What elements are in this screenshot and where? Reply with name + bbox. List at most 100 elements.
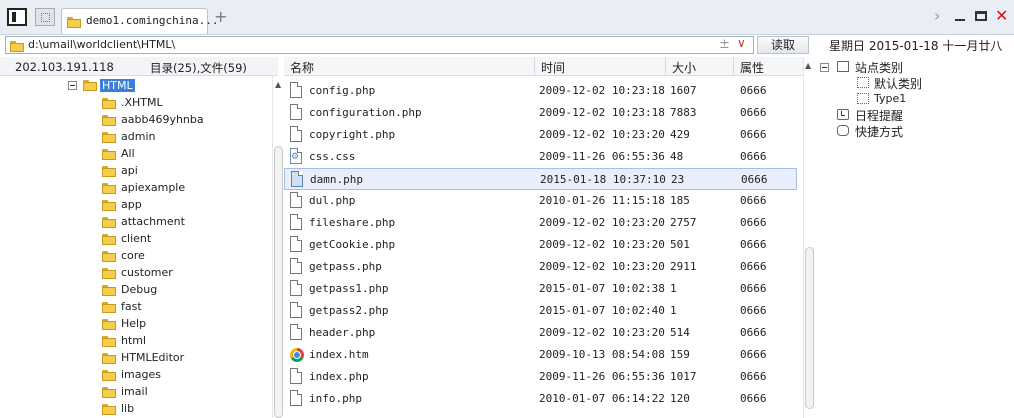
tree-item[interactable]: Help (0, 316, 270, 333)
tree-item-label: .XHTML (121, 96, 163, 109)
file-row[interactable]: config.php 2009-12-02 10:23:18 1607 0666 (284, 80, 797, 102)
tree-item[interactable]: core (0, 248, 270, 265)
scroll-up-icon[interactable]: ▲ (275, 80, 281, 89)
file-row[interactable]: getpass1.php 2015-01-07 10:02:38 1 0666 (284, 278, 797, 300)
close-icon[interactable]: ✕ (995, 8, 1008, 24)
tab-title: demo1.comingchina... (86, 14, 219, 27)
tree-item[interactable]: fast (0, 299, 270, 316)
file-row[interactable]: fileshare.php 2009-12-02 10:23:20 2757 0666 (284, 212, 797, 234)
file-time: 2009-12-02 10:23:20 (539, 326, 665, 339)
column-divider (534, 57, 535, 75)
file-size: 1 (670, 304, 677, 317)
read-button[interactable]: 读取 (757, 36, 809, 54)
file-row[interactable]: getCookie.php 2009-12-02 10:23:20 501 0666 (284, 234, 797, 256)
file-list-scrollbar[interactable]: ▲ (803, 57, 815, 418)
tab-bar: demo1.comingchina... + › ✕ (0, 0, 1014, 35)
file-row[interactable]: info.php 2010-01-07 06:14:22 120 0666 (284, 388, 797, 410)
scrollbar-thumb[interactable] (274, 146, 283, 418)
file-attr: 0666 (740, 282, 767, 295)
tree-item[interactable]: attachment (0, 214, 270, 231)
file-row[interactable]: getpass2.php 2015-01-07 10:02:40 1 0666 (284, 300, 797, 322)
file-row[interactable]: damn.php 2015-01-18 10:37:10 23 0666 (284, 168, 797, 190)
tree-item-label: All (121, 147, 135, 160)
chrome-icon (290, 348, 304, 362)
folder-icon (102, 285, 116, 296)
tree-item[interactable]: admin (0, 129, 270, 146)
file-name: getpass2.php (309, 304, 389, 317)
tree-item[interactable]: apiexample (0, 180, 270, 197)
tree-item-label: HTMLEditor (121, 351, 185, 364)
file-size: 2757 (670, 216, 697, 229)
php-file-icon (290, 192, 302, 208)
scroll-up-icon[interactable]: ▲ (805, 61, 811, 70)
new-window-icon[interactable] (35, 8, 55, 26)
minimize-icon[interactable] (955, 19, 965, 21)
tree-item[interactable]: api (0, 163, 270, 180)
chevron-right-icon[interactable]: › (934, 8, 940, 24)
file-size: 7883 (670, 106, 697, 119)
panel-toggle-icon[interactable] (7, 8, 27, 26)
column-attr[interactable]: 属性 (740, 59, 764, 76)
tree-item[interactable]: images (0, 367, 270, 384)
folder-icon (102, 183, 116, 194)
file-row[interactable]: css.css 2009-11-26 06:55:36 48 0666 (284, 146, 797, 168)
file-row[interactable]: index.php 2009-11-26 06:55:36 1017 0666 (284, 366, 797, 388)
collapse-icon[interactable] (820, 63, 829, 72)
add-tab-icon[interactable]: + (214, 9, 227, 25)
tree-item[interactable]: lib (0, 401, 270, 418)
tree-item-label: core (121, 249, 145, 262)
file-row[interactable]: configuration.php 2009-12-02 10:23:18 7883… (284, 102, 797, 124)
tree-item[interactable]: .XHTML (0, 95, 270, 112)
favorite-icon[interactable]: ± (719, 37, 730, 52)
address-path[interactable]: d:\umail\worldclient\HTML\ (28, 38, 175, 51)
tree-item-label: api (121, 164, 138, 177)
category-icon (857, 77, 869, 88)
file-time: 2009-12-02 10:23:20 (539, 128, 665, 141)
folder-icon (102, 132, 116, 143)
file-size: 501 (670, 238, 690, 251)
type1-label: Type1 (874, 92, 907, 105)
file-row[interactable]: getpass.php 2009-12-02 10:23:20 2911 0666 (284, 256, 797, 278)
tree-item-label: images (121, 368, 161, 381)
right-panel: 站点类别 默认类别 Type1 日程提醒 快捷方式 (815, 57, 1014, 418)
tree-item[interactable]: html (0, 333, 270, 350)
dir-file-count: 目录(25),文件(59) (150, 61, 247, 75)
tree-item[interactable]: aabb469yhnba (0, 112, 270, 129)
file-row[interactable]: dul.php 2010-01-26 11:15:18 185 0666 (284, 190, 797, 212)
column-name[interactable]: 名称 (290, 59, 314, 76)
file-row[interactable]: copyright.php 2009-12-02 10:23:20 429 0666 (284, 124, 797, 146)
folder-icon (102, 353, 116, 364)
tab-demo1[interactable]: demo1.comingchina... (61, 8, 218, 34)
file-name: css.css (309, 150, 356, 163)
tree-item[interactable]: HTMLEditor (0, 350, 270, 367)
tree-item[interactable]: app (0, 197, 270, 214)
tree-item[interactable]: customer (0, 265, 270, 282)
tree-item-html[interactable]: HTML (0, 78, 272, 95)
tree-item[interactable]: client (0, 231, 270, 248)
file-row[interactable]: index.htm 2009-10-13 08:54:08 159 0666 (284, 344, 797, 366)
scrollbar-thumb[interactable] (805, 247, 814, 409)
file-attr: 0666 (740, 326, 767, 339)
folder-icon (67, 17, 81, 28)
file-attr: 0666 (740, 260, 767, 273)
tree-item[interactable]: Debug (0, 282, 270, 299)
dropdown-icon[interactable]: ∨ (737, 36, 746, 50)
file-name: configuration.php (309, 106, 422, 119)
column-time[interactable]: 时间 (541, 59, 565, 76)
file-name: copyright.php (309, 128, 396, 141)
tree-item-label: attachment (121, 215, 185, 228)
file-time: 2010-01-26 11:15:18 (539, 194, 665, 207)
php-file-icon (290, 390, 302, 406)
folder-icon (102, 166, 116, 177)
tree-item-label: imail (121, 385, 148, 398)
folder-icon (102, 370, 116, 381)
tree-item[interactable]: imail (0, 384, 270, 401)
column-size[interactable]: 大小 (672, 59, 696, 76)
collapse-icon[interactable] (68, 81, 77, 90)
tree-item-label: client (121, 232, 152, 245)
file-row[interactable]: header.php 2009-12-02 10:23:20 514 0666 (284, 322, 797, 344)
category-icon (857, 93, 869, 104)
maximize-icon[interactable] (975, 11, 987, 21)
tree-item[interactable]: All (0, 146, 270, 163)
address-bar[interactable]: d:\umail\worldclient\HTML\ ± ∨ (5, 36, 754, 54)
